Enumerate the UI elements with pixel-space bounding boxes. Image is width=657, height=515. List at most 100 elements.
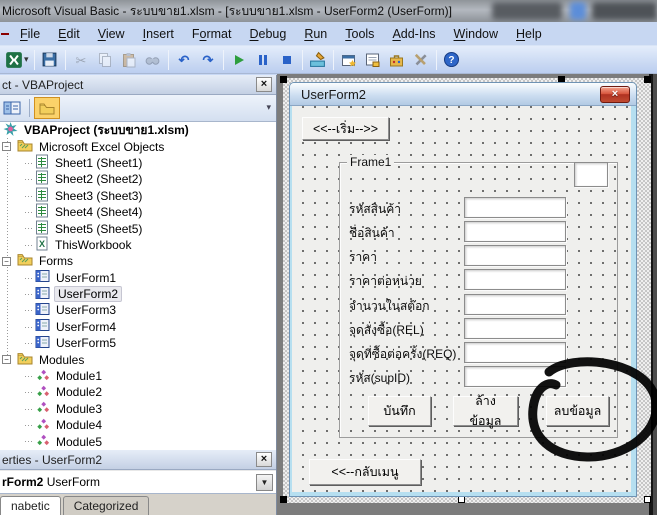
run-icon[interactable] <box>228 49 250 71</box>
folder-icon <box>17 352 33 368</box>
tree-item-modules[interactable]: −Modules <box>0 351 276 367</box>
resize-handle-bottom-right[interactable] <box>644 496 651 503</box>
field-textbox-5[interactable] <box>464 318 566 339</box>
frame1-caption: Frame1 <box>347 155 394 169</box>
tree-item-sheet1[interactable]: Sheet1 (Sheet1) <box>0 155 276 171</box>
save-icon[interactable] <box>39 49 61 71</box>
properties-panel-title: erties - UserForm2 <box>2 453 102 467</box>
resize-handle-top-left[interactable] <box>280 76 287 83</box>
form-icon <box>35 335 50 352</box>
menu-item-help[interactable]: Help <box>507 25 551 43</box>
tab-nabetic[interactable]: nabetic <box>0 496 61 515</box>
field-textbox-0[interactable] <box>464 197 566 218</box>
properties-tabs: nabeticCategorized <box>0 494 276 515</box>
menu-item-view[interactable]: View <box>89 25 134 43</box>
view-excel-icon[interactable] <box>3 49 25 71</box>
tree-item-userform3[interactable]: UserForm3 <box>0 302 276 318</box>
menu-item-debug[interactable]: Debug <box>240 25 295 43</box>
resize-handle-bottom-left[interactable] <box>280 496 287 503</box>
object-browser-icon[interactable] <box>410 49 432 71</box>
tree-item-userform1[interactable]: UserForm1 <box>0 270 276 286</box>
tree-expander-icon[interactable]: − <box>2 355 11 364</box>
tree-item-label: UserForm1 <box>54 271 118 285</box>
tree-item-userform4[interactable]: UserForm4 <box>0 319 276 335</box>
menu-item-run[interactable]: Run <box>295 25 336 43</box>
small-id-textbox[interactable] <box>574 162 608 187</box>
project-panel-close-icon[interactable]: × <box>256 77 272 92</box>
back-to-menu-button[interactable]: <<--กลับเมนู <box>309 459 421 485</box>
undo-icon[interactable]: ↶ <box>173 49 195 71</box>
tree-item-module2[interactable]: Module2 <box>0 384 276 400</box>
tab-categorized[interactable]: Categorized <box>63 496 150 515</box>
tree-item-sheet4[interactable]: Sheet4 (Sheet4) <box>0 204 276 220</box>
action-button-2-circled[interactable]: ลบข้อมูล <box>546 396 609 426</box>
field-textbox-4[interactable] <box>464 294 566 315</box>
tree-stub-line <box>25 163 34 164</box>
tree-item-sheet5[interactable]: Sheet5 (Sheet5) <box>0 220 276 236</box>
tree-item-label: Module4 <box>54 418 104 432</box>
paste-icon[interactable] <box>118 49 140 71</box>
cut-icon[interactable]: ✂ <box>70 49 92 71</box>
field-textbox-3[interactable] <box>464 269 566 290</box>
tree-stub-line <box>25 278 34 279</box>
window-titlebar: Microsoft Visual Basic - ระบบขาย1.xlsm -… <box>0 0 657 22</box>
object-selector-dropdown-icon[interactable]: ▼ <box>256 474 273 491</box>
tree-expander-icon[interactable]: − <box>2 142 11 151</box>
tree-item-userform2[interactable]: UserForm2 <box>0 286 276 302</box>
properties-window-icon[interactable] <box>362 49 384 71</box>
action-button-0[interactable]: บันทึก <box>368 396 431 426</box>
field-textbox-6[interactable] <box>464 342 566 363</box>
reset-icon[interactable] <box>276 49 298 71</box>
panel-options-caret-icon[interactable]: ▾ <box>266 102 271 113</box>
break-icon[interactable] <box>252 49 274 71</box>
svg-text:X: X <box>39 239 45 249</box>
tree-item-sheet3[interactable]: Sheet3 (Sheet3) <box>0 188 276 204</box>
toggle-folders-icon[interactable] <box>34 97 60 119</box>
tree-item-sheet2[interactable]: Sheet2 (Sheet2) <box>0 171 276 187</box>
properties-panel-close-icon[interactable]: × <box>256 452 272 467</box>
design-mode-icon[interactable] <box>307 49 329 71</box>
menu-item-format[interactable]: Format <box>183 25 241 43</box>
view-code-icon[interactable] <box>3 100 21 116</box>
userform-close-button[interactable]: × <box>600 86 630 103</box>
tree-item-thisworkbook[interactable]: XThisWorkbook <box>0 237 276 253</box>
field-textbox-1[interactable] <box>464 221 566 242</box>
start-button[interactable]: <<--เริ่ม-->> <box>302 117 389 140</box>
tree-item-label: Sheet2 (Sheet2) <box>53 172 144 186</box>
help-icon[interactable]: ? <box>441 49 463 71</box>
tree-expander-icon[interactable]: − <box>2 257 11 266</box>
userform-body-grid[interactable]: <<--เริ่ม-->> Frame1 รหัสสินค้าชื่อสินค้… <box>292 106 631 492</box>
menu-item-edit[interactable]: Edit <box>49 25 89 43</box>
action-button-1[interactable]: ล้างข้อมูล <box>453 396 518 426</box>
window-title: Microsoft Visual Basic - ระบบขาย1.xlsm -… <box>2 0 452 22</box>
tree-item-forms[interactable]: −Forms <box>0 253 276 269</box>
resize-handle-top-right[interactable] <box>644 76 651 83</box>
project-explorer-icon[interactable] <box>338 49 360 71</box>
project-panel-toolbar: ▾ <box>0 95 276 122</box>
menu-item-window[interactable]: Window <box>445 25 507 43</box>
menu-item-file[interactable]: File <box>11 25 49 43</box>
tree-item-module3[interactable]: Module3 <box>0 401 276 417</box>
sheet-icon <box>35 220 49 238</box>
tree-item-module1[interactable]: Module1 <box>0 368 276 384</box>
tree-item-microsoft[interactable]: −Microsoft Excel Objects <box>0 138 276 154</box>
find-icon[interactable] <box>142 49 164 71</box>
menu-item-addins[interactable]: Add-Ins <box>383 25 444 43</box>
field-textbox-2[interactable] <box>464 245 566 266</box>
dropdown-caret-icon[interactable]: ▾ <box>24 54 29 65</box>
userform-titlebar[interactable]: UserForm2 <box>290 83 636 106</box>
object-selector[interactable]: rForm2 UserForm ▼ <box>0 470 276 494</box>
resize-handle-bottom-mid[interactable] <box>458 496 465 503</box>
tree-item-module5[interactable]: Module5 <box>0 433 276 449</box>
toolbar-separator <box>65 50 66 70</box>
field-textbox-7[interactable] <box>464 366 566 387</box>
redo-icon[interactable]: ↷ <box>197 49 219 71</box>
tree-item-vbaproject[interactable]: VBAProject (ระบบขาย1.xlsm) <box>0 122 276 138</box>
tree-item-module4[interactable]: Module4 <box>0 417 276 433</box>
tree-item-userform5[interactable]: UserForm5 <box>0 335 276 351</box>
menu-item-tools[interactable]: Tools <box>336 25 383 43</box>
menu-item-insert[interactable]: Insert <box>134 25 183 43</box>
toolbox-icon[interactable] <box>386 49 408 71</box>
tree-stub-line <box>25 376 34 377</box>
copy-icon[interactable] <box>94 49 116 71</box>
